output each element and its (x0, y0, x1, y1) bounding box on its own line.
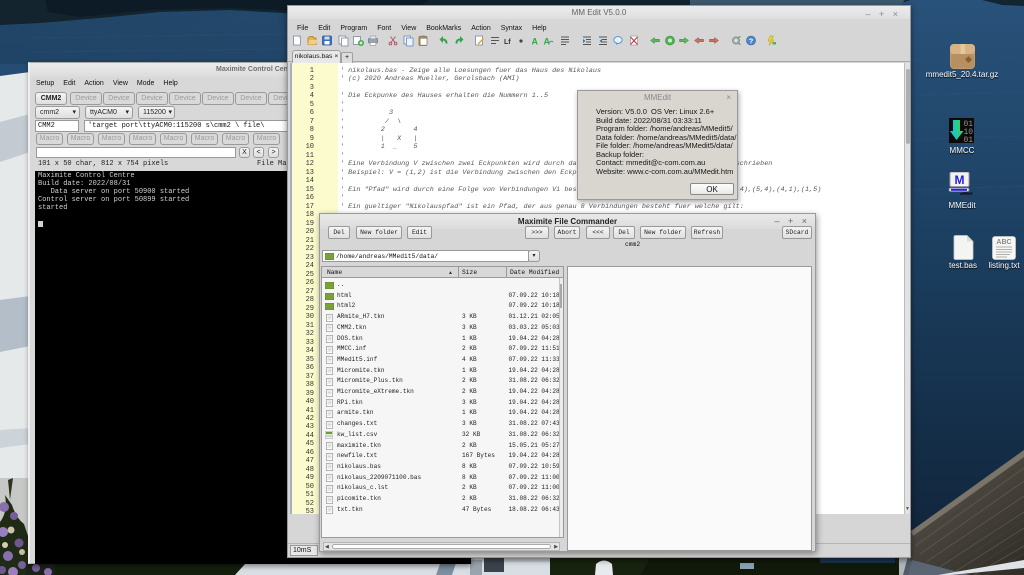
svg-text:ABC: ABC (996, 239, 1011, 246)
svg-text:M: M (955, 173, 965, 187)
svg-text:Lf: Lf (504, 39, 511, 46)
svg-text:A: A (532, 37, 539, 47)
svg-text:?: ? (749, 36, 754, 45)
svg-text:A: A (544, 37, 551, 47)
svg-text:01: 01 (964, 136, 974, 143)
